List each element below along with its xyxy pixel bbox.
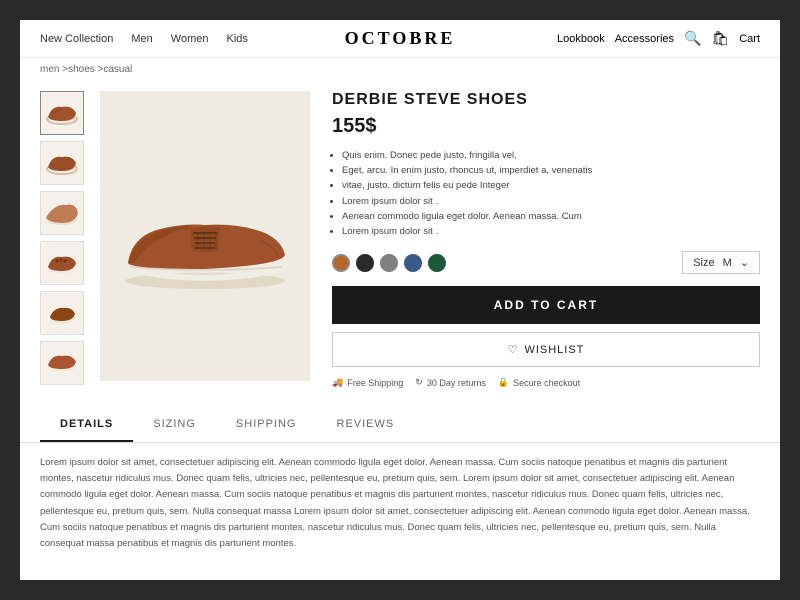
tab-sizing[interactable]: SIZING bbox=[133, 408, 216, 442]
secure-checkout-label: Secure checkout bbox=[513, 378, 580, 388]
nav-left-links: New Collection Men Women Kids bbox=[40, 33, 248, 45]
details-content: Lorem ipsum dolor sit amet, consectetuer… bbox=[20, 443, 780, 564]
nav-kids[interactable]: Kids bbox=[226, 33, 247, 45]
wishlist-button[interactable]: ♡ WISHLIST bbox=[332, 332, 760, 367]
size-selector[interactable]: Size M ⌄ bbox=[682, 251, 760, 274]
swatch-navy[interactable] bbox=[404, 254, 422, 272]
thumbnail-1[interactable] bbox=[40, 91, 84, 135]
brand-logo[interactable]: OCTOBRE bbox=[345, 28, 456, 49]
swatch-black[interactable] bbox=[356, 254, 374, 272]
search-icon[interactable]: 🔍 bbox=[684, 30, 701, 47]
swatch-gray[interactable] bbox=[380, 254, 398, 272]
nav-women[interactable]: Women bbox=[171, 33, 209, 45]
returns-label: 30 Day returns bbox=[427, 378, 486, 388]
desc-item-1: Quis enim. Donec pede justo, fringilla v… bbox=[342, 148, 760, 163]
details-paragraph: Lorem ipsum dolor sit amet, consectetuer… bbox=[40, 455, 760, 552]
product-price: 155$ bbox=[332, 115, 760, 138]
thumbnail-4[interactable] bbox=[40, 241, 84, 285]
desc-item-3: vitae, justo. dictum felis eu pede Integ… bbox=[342, 178, 760, 193]
options-row: Size M ⌄ bbox=[332, 251, 760, 274]
nav-right: Lookbook Accessories 🔍 🛍 Cart bbox=[557, 30, 760, 47]
navigation: New Collection Men Women Kids OCTOBRE Lo… bbox=[20, 20, 780, 58]
thumbnail-2[interactable] bbox=[40, 141, 84, 185]
main-product-image bbox=[100, 91, 310, 381]
tab-reviews[interactable]: REVIEWS bbox=[317, 408, 415, 442]
desc-item-4: Lorem ipsum dolor sit . bbox=[342, 194, 760, 209]
tab-details[interactable]: DETAILS bbox=[40, 408, 133, 442]
thumbnail-6[interactable] bbox=[40, 341, 84, 385]
thumbnail-list bbox=[40, 91, 88, 388]
tabs-row: DETAILS SIZING SHIPPING REVIEWS bbox=[20, 408, 780, 443]
desc-item-2: Eget, arcu. In enim justo, rhoncus ut, i… bbox=[342, 163, 760, 178]
refresh-icon: ↻ bbox=[415, 377, 423, 388]
features-row: 🚚 Free Shipping ↻ 30 Day returns 🔒 Secur… bbox=[332, 377, 760, 388]
heart-icon: ♡ bbox=[508, 343, 519, 356]
thumbnail-3[interactable] bbox=[40, 191, 84, 235]
size-label: Size bbox=[693, 257, 714, 269]
swatch-green[interactable] bbox=[428, 254, 446, 272]
tab-shipping[interactable]: SHIPPING bbox=[216, 408, 317, 442]
nav-men[interactable]: Men bbox=[131, 33, 152, 45]
returns-feature: ↻ 30 Day returns bbox=[415, 377, 486, 388]
color-swatches bbox=[332, 254, 446, 272]
size-value: M bbox=[723, 257, 732, 269]
desc-item-6: Lorem ipsum dolor sit . bbox=[342, 224, 760, 239]
product-area: DERBIE STEVE SHOES 155$ Quis enim. Donec… bbox=[20, 81, 780, 398]
nav-new-collection[interactable]: New Collection bbox=[40, 33, 113, 45]
free-shipping-feature: 🚚 Free Shipping bbox=[332, 377, 403, 388]
chevron-down-icon: ⌄ bbox=[740, 256, 749, 269]
cart-label[interactable]: Cart bbox=[739, 33, 760, 45]
page-wrapper: New Collection Men Women Kids OCTOBRE Lo… bbox=[20, 20, 780, 580]
nav-lookbook[interactable]: Lookbook bbox=[557, 33, 605, 45]
product-title: DERBIE STEVE SHOES bbox=[332, 91, 760, 109]
add-to-cart-button[interactable]: ADD TO CART bbox=[332, 286, 760, 324]
product-description: Quis enim. Donec pede justo, fringilla v… bbox=[332, 148, 760, 239]
product-info: DERBIE STEVE SHOES 155$ Quis enim. Donec… bbox=[322, 91, 760, 388]
secure-checkout-feature: 🔒 Secure checkout bbox=[498, 377, 580, 388]
lock-icon: 🔒 bbox=[498, 377, 509, 388]
cart-icon[interactable]: 🛍 bbox=[711, 30, 729, 47]
nav-accessories[interactable]: Accessories bbox=[615, 33, 674, 45]
desc-item-5: Aenean commodo ligula eget dolor. Aenean… bbox=[342, 209, 760, 224]
thumbnail-5[interactable] bbox=[40, 291, 84, 335]
truck-icon: 🚚 bbox=[332, 377, 343, 388]
wishlist-label: WISHLIST bbox=[524, 344, 584, 356]
breadcrumb: men >shoes >casual bbox=[20, 58, 780, 81]
free-shipping-label: Free Shipping bbox=[347, 378, 403, 388]
swatch-brown[interactable] bbox=[332, 254, 350, 272]
